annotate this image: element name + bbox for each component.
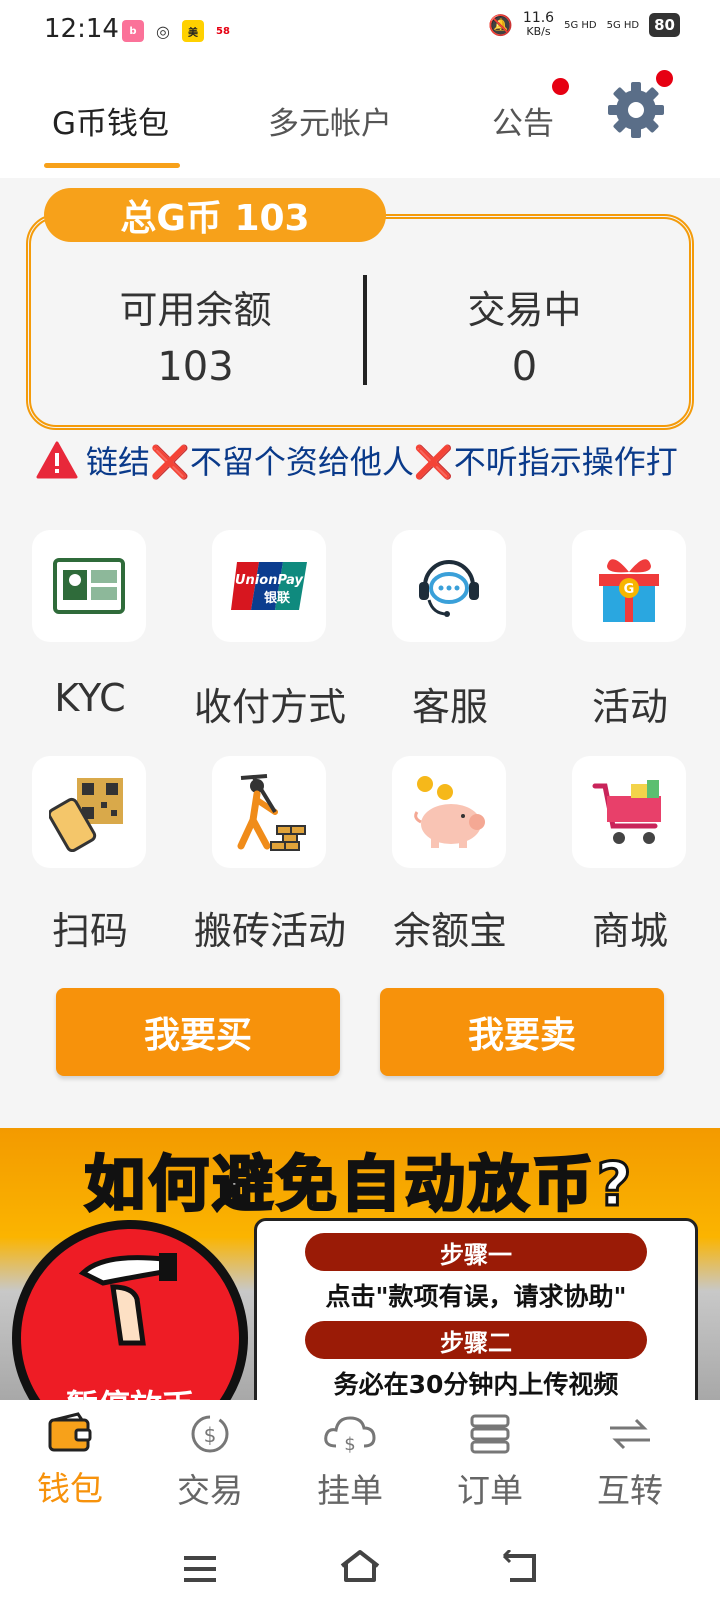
- brick-worker-icon: [237, 774, 306, 851]
- ticker-text: 链结❌不留个资给他人❌不听指示操作打: [86, 443, 678, 481]
- signal-1: 5G HD: [564, 19, 597, 31]
- back-icon[interactable]: [500, 1550, 540, 1584]
- customer-service-tile[interactable]: [392, 530, 506, 642]
- svg-text:$: $: [204, 1423, 217, 1447]
- svg-text:银联: 银联: [264, 590, 290, 606]
- mute-icon: 🔕: [488, 13, 513, 37]
- warning-ticker: 链结❌不留个资给他人❌不听指示操作打: [36, 436, 680, 484]
- svg-text:UnionPay: UnionPay: [235, 573, 304, 588]
- svg-text:G: G: [624, 582, 635, 597]
- trading-balance: 交易中 0: [360, 279, 689, 390]
- active-tab-indicator: [44, 163, 180, 168]
- scan-tile[interactable]: [32, 756, 146, 868]
- wechat-icon: ◎: [152, 20, 174, 42]
- net-speed-unit: KB/s: [526, 25, 551, 38]
- cloud-dollar-icon: $: [324, 1416, 376, 1455]
- net-speed: 11.6 KB/s: [522, 10, 555, 38]
- hand-stop-icon: [78, 1253, 177, 1346]
- battery-indicator: 80: [649, 13, 680, 37]
- status-bar: 12:14 b ◎ 美 58 🔕 11.6 KB/s 5G HD 5G HD 8…: [0, 0, 720, 64]
- meituan-icon: 美: [182, 20, 204, 42]
- nav-trade-label: 交易: [177, 1471, 243, 1510]
- step1-pill: 步骤一: [305, 1233, 647, 1271]
- shopping-cart-icon: [592, 780, 661, 844]
- total-g-coin-badge: 总G币 103: [44, 188, 386, 242]
- qr-scan-icon: [49, 778, 123, 852]
- nav-listing-label: 挂单: [317, 1471, 383, 1510]
- tab-announcement[interactable]: 公告: [492, 98, 554, 143]
- balance-treasure-tile[interactable]: [392, 756, 506, 868]
- tab-multi-account[interactable]: 多元帐户: [268, 98, 392, 143]
- announcement-badge: [552, 78, 569, 95]
- banner-steps-panel: 步骤一 点击"款项有误，请求协助" 步骤二 务必在30分钟内上传视频: [254, 1218, 698, 1400]
- transfer-icon: [610, 1418, 650, 1450]
- activity-label: 活动: [591, 685, 668, 729]
- bilibili-icon: b: [122, 20, 144, 42]
- gear-icon: [608, 82, 664, 138]
- status-time: 12:14: [44, 14, 119, 44]
- mall-label: 商城: [591, 909, 668, 953]
- 58-icon: 58: [212, 20, 234, 42]
- banner-circle-text: 暂停放币: [21, 1381, 239, 1400]
- menu-icon[interactable]: [182, 1554, 218, 1584]
- banner-stop-circle: 暂停放币: [12, 1220, 248, 1400]
- svg-text:$: $: [344, 1434, 355, 1455]
- banner-title: 如何避免自动放币?: [83, 1149, 636, 1222]
- balance-card: 可用余额 103 交易中 0: [26, 214, 694, 430]
- mall-tile[interactable]: [572, 756, 686, 868]
- nav-wallet-label: 钱包: [37, 1469, 103, 1508]
- payment-method-label: 收付方式: [193, 685, 346, 729]
- sell-button[interactable]: 我要卖: [380, 988, 664, 1076]
- wallet-icon: [48, 1412, 92, 1452]
- customer-service-icon: [419, 560, 479, 617]
- gift-icon: G: [599, 559, 659, 622]
- settings-badge: [656, 70, 673, 87]
- top-tabs: G币钱包 多元帐户 公告: [0, 64, 720, 178]
- nav-trade[interactable]: $ 交易: [150, 1412, 270, 1512]
- step2-pill: 步骤二: [305, 1321, 647, 1359]
- exchange-dollar-icon: $: [191, 1415, 229, 1453]
- nav-transfer-label: 互转: [597, 1471, 663, 1510]
- net-speed-value: 11.6: [522, 10, 555, 26]
- kyc-tile[interactable]: [32, 530, 146, 642]
- trading-value: 0: [511, 344, 538, 390]
- home-icon[interactable]: [338, 1548, 382, 1584]
- status-right: 🔕 11.6 KB/s 5G HD 5G HD 80: [488, 10, 680, 38]
- balance-treasure-label: 余额宝: [392, 909, 507, 953]
- promo-banner[interactable]: 如何避免自动放币? 暂停放币 步骤一 点击"款项有误，请求协助" 步骤二 务必在…: [0, 1128, 720, 1400]
- unionpay-icon: UnionPay 银联: [231, 562, 307, 610]
- nav-wallet[interactable]: 钱包: [10, 1412, 130, 1510]
- kyc-label: KYC: [54, 676, 126, 720]
- piggy-bank-icon: [414, 776, 485, 848]
- brick-activity-tile[interactable]: [212, 756, 326, 868]
- nav-orders[interactable]: 订单: [430, 1412, 550, 1512]
- list-icon: [470, 1414, 510, 1454]
- nav-orders-label: 订单: [457, 1471, 523, 1510]
- nav-transfer[interactable]: 互转: [570, 1412, 690, 1512]
- bottom-nav: 钱包 $ 交易 $ 挂单 订单 互转: [0, 1400, 720, 1526]
- customer-service-label: 客服: [411, 685, 488, 729]
- nav-listing[interactable]: $ 挂单: [290, 1412, 410, 1512]
- signal-2: 5G HD: [606, 19, 640, 31]
- step1-text: 点击"款项有误，请求协助": [325, 1282, 627, 1311]
- activity-tile[interactable]: G: [572, 530, 686, 642]
- brick-activity-label: 搬砖活动: [193, 909, 346, 953]
- trading-label: 交易中: [467, 288, 582, 332]
- warning-icon: [36, 441, 78, 479]
- payment-method-tile[interactable]: UnionPay 银联: [212, 530, 326, 642]
- buy-button[interactable]: 我要买: [56, 988, 340, 1076]
- available-label: 可用余额: [119, 288, 272, 332]
- status-app-icons: b ◎ 美 58: [122, 20, 234, 42]
- scan-label: 扫码: [51, 909, 128, 953]
- step2-text: 务必在30分钟内上传视频: [333, 1370, 619, 1399]
- tab-g-wallet[interactable]: G币钱包: [52, 98, 169, 143]
- settings-button[interactable]: [604, 78, 668, 142]
- available-balance: 可用余额 103: [31, 279, 360, 390]
- available-value: 103: [157, 344, 234, 390]
- system-nav-bar: [0, 1526, 720, 1612]
- id-card-icon: [53, 558, 125, 614]
